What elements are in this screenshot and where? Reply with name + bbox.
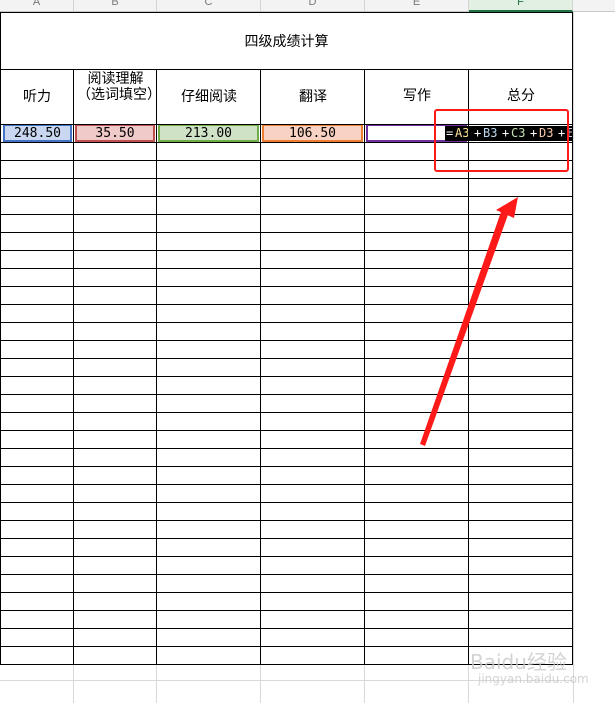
spreadsheet: A B C D E F 四级成绩计算 听力 阅读理解（选词填空） 仔细阅读 翻译…: [0, 0, 615, 703]
annotation-arrow-head: [496, 197, 518, 218]
watermark-logo: Baidu经验: [470, 650, 567, 674]
watermark-url: jingyan.baidu.com: [478, 672, 589, 686]
annotation-arrow-shaft: [420, 209, 509, 446]
annotation-arrow: [420, 197, 518, 446]
